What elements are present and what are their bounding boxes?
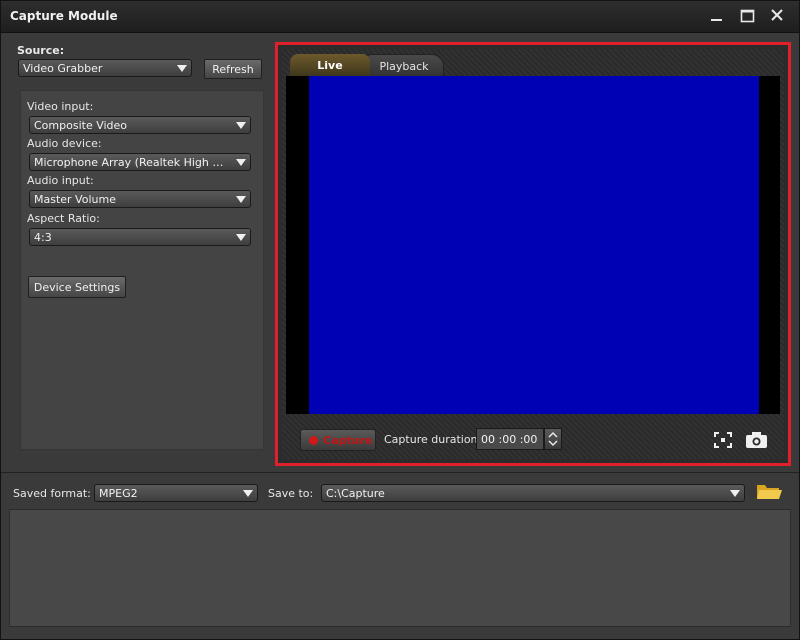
capture-module-window: Capture Module Source: Video Grabber Ref… xyxy=(0,0,800,640)
settings-panel: Source: Video Grabber Refresh Video inpu… xyxy=(1,34,271,462)
device-settings-button[interactable]: Device Settings xyxy=(28,276,126,298)
save-to-label: Save to: xyxy=(268,487,314,500)
snapshot-button[interactable] xyxy=(744,430,770,450)
chevron-down-icon xyxy=(236,196,246,203)
source-label: Source: xyxy=(17,44,65,57)
capture-label: Capture xyxy=(323,434,373,447)
audio-input-label: Audio input: xyxy=(27,174,94,187)
preview-panel: Playback Live Capture Capture duration: … xyxy=(275,42,791,466)
duration-stepper[interactable] xyxy=(544,428,562,450)
chevron-down-icon xyxy=(236,159,246,166)
tab-live[interactable]: Live xyxy=(290,54,370,76)
audio-input-select[interactable]: Master Volume xyxy=(29,190,251,208)
minimize-icon xyxy=(711,19,722,21)
maximize-button[interactable] xyxy=(734,5,760,27)
audio-input-value: Master Volume xyxy=(34,193,116,206)
tab-playback[interactable]: Playback xyxy=(364,54,444,76)
saved-format-select[interactable]: MPEG2 xyxy=(94,484,258,502)
audio-device-label: Audio device: xyxy=(27,137,102,150)
source-select[interactable]: Video Grabber xyxy=(18,59,192,77)
refresh-button[interactable]: Refresh xyxy=(204,59,262,79)
chevron-down-icon xyxy=(730,490,740,497)
source-select-value: Video Grabber xyxy=(23,62,103,75)
video-input-select[interactable]: Composite Video xyxy=(29,116,251,134)
fullscreen-icon xyxy=(714,432,732,448)
browse-folder-button[interactable] xyxy=(755,480,783,502)
log-area xyxy=(9,509,791,627)
maximize-icon xyxy=(740,9,755,23)
close-button[interactable] xyxy=(764,5,790,27)
minimize-button[interactable] xyxy=(703,5,729,27)
stepper-arrows-icon xyxy=(548,431,558,447)
device-group: Video input: Composite Video Audio devic… xyxy=(20,90,264,450)
window-title: Capture Module xyxy=(10,9,118,23)
chevron-down-icon xyxy=(243,490,253,497)
saved-format-value: MPEG2 xyxy=(99,487,138,500)
fullscreen-button[interactable] xyxy=(712,430,734,450)
audio-device-value: Microphone Array (Realtek High Definiti.… xyxy=(34,156,251,169)
capture-button[interactable]: Capture xyxy=(300,429,376,451)
capture-duration-label: Capture duration: xyxy=(384,433,482,446)
aspect-ratio-value: 4:3 xyxy=(34,231,52,244)
camera-icon xyxy=(746,432,767,448)
record-icon xyxy=(309,436,318,445)
capture-controls: Capture Capture duration: 00 :00 :00 xyxy=(286,416,780,454)
audio-device-select[interactable]: Microphone Array (Realtek High Definiti.… xyxy=(29,153,251,171)
save-to-select[interactable]: C:\Capture xyxy=(321,484,745,502)
capture-duration-field[interactable]: 00 :00 :00 xyxy=(476,428,544,450)
saved-format-label: Saved format: xyxy=(13,487,91,500)
close-icon xyxy=(771,9,783,21)
aspect-ratio-select[interactable]: 4:3 xyxy=(29,228,251,246)
output-bar: Saved format: MPEG2 Save to: C:\Capture xyxy=(1,473,799,509)
video-input-label: Video input: xyxy=(27,100,94,113)
video-preview xyxy=(286,76,780,414)
chevron-down-icon xyxy=(236,122,246,129)
chevron-down-icon xyxy=(236,234,246,241)
video-feed xyxy=(309,76,759,414)
aspect-ratio-label: Aspect Ratio: xyxy=(27,212,100,225)
save-to-value: C:\Capture xyxy=(326,487,385,500)
video-input-value: Composite Video xyxy=(34,119,128,132)
folder-icon xyxy=(757,485,782,499)
title-bar: Capture Module xyxy=(1,1,799,33)
chevron-down-icon xyxy=(177,65,187,72)
preview-area: Playback Live Capture Capture duration: … xyxy=(282,49,784,459)
